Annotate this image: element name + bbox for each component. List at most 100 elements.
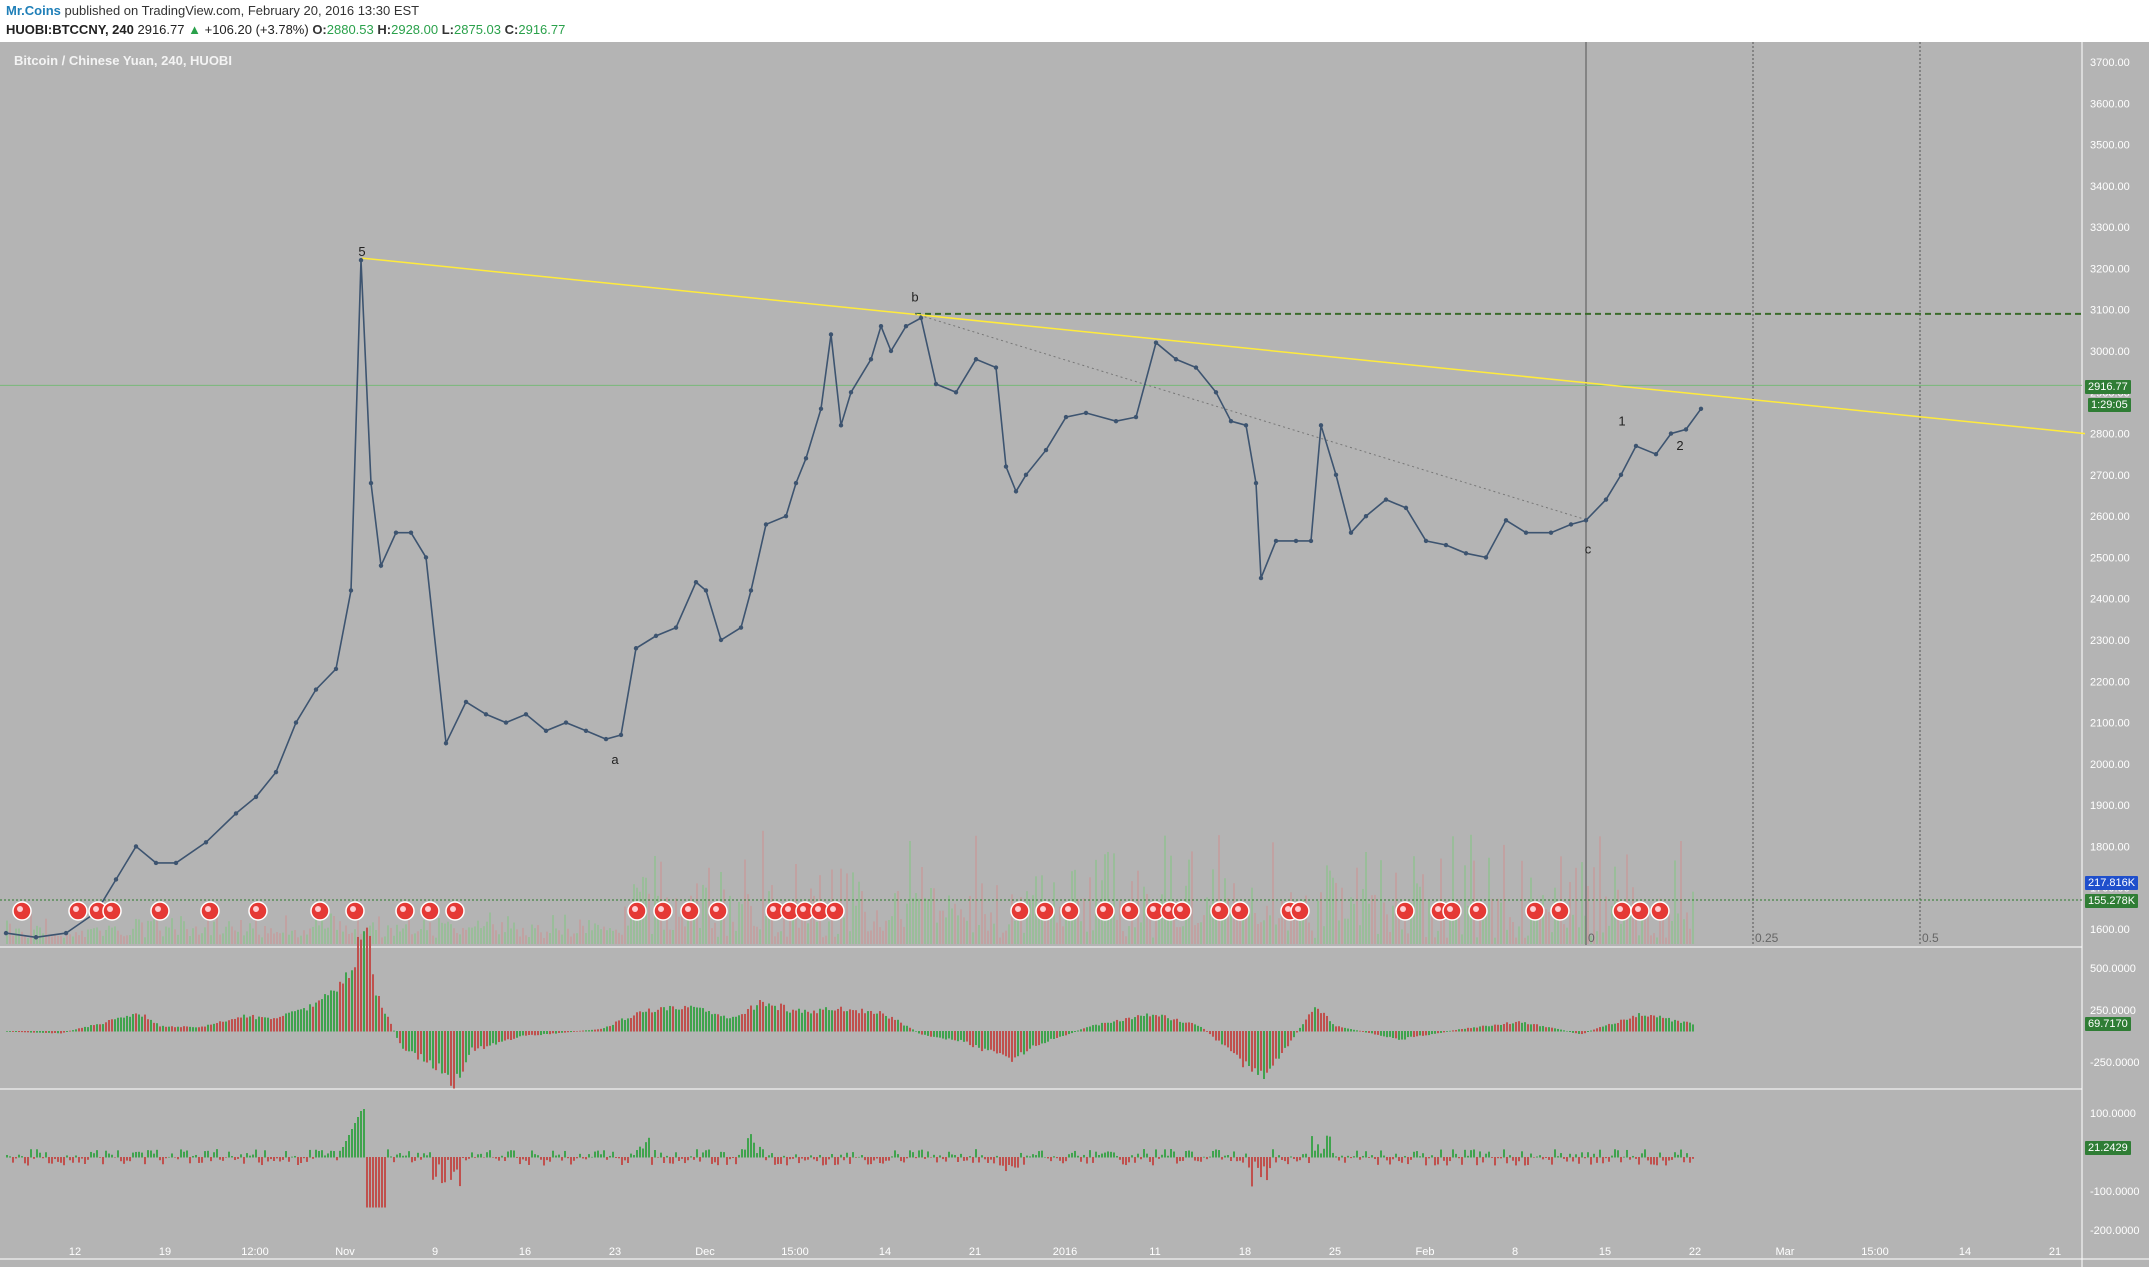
- volume-bar: [1176, 927, 1178, 944]
- indicator-2-bar: [1314, 1150, 1316, 1158]
- indicator-1-bar: [1005, 1031, 1007, 1057]
- volume-bar: [1263, 920, 1265, 944]
- volume-bar: [1620, 923, 1622, 944]
- indicator-2-bar: [513, 1150, 515, 1158]
- volume-bar: [1545, 909, 1547, 944]
- indicator-1-bar: [888, 1018, 890, 1032]
- indicator-2-bar: [345, 1141, 347, 1158]
- volume-bar: [927, 899, 929, 944]
- indicator-2-bar: [1482, 1157, 1484, 1163]
- volume-bar: [390, 927, 392, 944]
- indicator-2-bar: [1050, 1157, 1052, 1162]
- indicator-1-bar: [120, 1017, 122, 1032]
- volume-bar: [1677, 913, 1679, 944]
- event-marker-highlight: [1215, 906, 1221, 912]
- volume-bar: [192, 928, 194, 944]
- indicator-1-bar: [1374, 1031, 1376, 1035]
- volume-bar: [111, 927, 113, 944]
- indicator-2-bar: [762, 1149, 764, 1158]
- indicator-1-bar: [312, 1006, 314, 1032]
- indicator-1-bar: [669, 1005, 671, 1032]
- x-tick-label: 15:00: [1861, 1246, 1889, 1258]
- indicator-2-bar: [480, 1153, 482, 1158]
- volume-bar: [1437, 930, 1439, 944]
- y-tick-label: 2000.00: [2090, 759, 2130, 771]
- indicator-1-bar: [135, 1013, 137, 1032]
- volume-bar: [1254, 913, 1256, 944]
- volume-bar: [27, 937, 29, 944]
- indicator-1-bar: [987, 1031, 989, 1051]
- indicator-2-bar: [309, 1149, 311, 1158]
- volume-bar: [1032, 895, 1034, 944]
- indicator-1-bar: [1179, 1021, 1181, 1032]
- price-point: [423, 555, 429, 560]
- indicator-1-bar: [1293, 1031, 1295, 1038]
- indicator-1-bar: [927, 1031, 929, 1036]
- price-point: [63, 930, 69, 936]
- x-tick-label: 12: [69, 1246, 81, 1258]
- indicator-1-bar: [1218, 1031, 1220, 1041]
- indicator-2-bar: [1242, 1157, 1244, 1163]
- volume-bar: [891, 916, 893, 944]
- indicator-1-bar: [882, 1013, 884, 1032]
- indicator-1-bar: [1473, 1027, 1475, 1032]
- price-point: [993, 365, 999, 370]
- indicator-1-bar: [723, 1015, 725, 1032]
- volume-bar: [843, 917, 845, 944]
- indicator-1-bar: [90, 1025, 92, 1032]
- volume-bar: [579, 919, 581, 944]
- volume-bar: [1335, 882, 1337, 944]
- indicator-1-bar: [63, 1031, 65, 1033]
- indicator-2-bar: [1014, 1157, 1016, 1168]
- volume-bar: [1086, 931, 1088, 944]
- volume-bar: [375, 929, 377, 944]
- price-point: [1063, 414, 1069, 420]
- indicator-1-bar: [639, 1011, 641, 1032]
- indicator-1-bar: [897, 1019, 899, 1032]
- indicator-2-bar: [321, 1150, 323, 1158]
- price-point: [1083, 410, 1089, 416]
- indicator-2-bar: [936, 1157, 938, 1163]
- indicator-2-bar: [228, 1151, 230, 1158]
- indicator-2-bar: [1545, 1157, 1547, 1158]
- indicator-1-bar: [1077, 1030, 1079, 1032]
- indicator-2-bar: [642, 1148, 644, 1158]
- indicator-1-bar: [837, 1008, 839, 1032]
- author-link[interactable]: Mr.Coins: [6, 3, 61, 18]
- indicator-1-bar: [192, 1027, 194, 1032]
- indicator-1-bar: [1230, 1031, 1232, 1052]
- price-point: [463, 699, 469, 705]
- indicator-1-bar: [576, 1031, 578, 1032]
- price-point: [633, 646, 639, 651]
- indicator-1-bar: [249, 1016, 251, 1032]
- volume-bar: [867, 931, 869, 944]
- indicator-1-bar: [867, 1011, 869, 1032]
- indicator-2-bar: [1581, 1152, 1583, 1158]
- indicator-1-bar: [420, 1031, 422, 1055]
- indicator-2-bar: [60, 1157, 62, 1163]
- y-tick-label: 2700.00: [2090, 470, 2130, 482]
- volume-bar: [837, 933, 839, 944]
- price-point: [233, 811, 239, 816]
- indicator-1-bar: [1488, 1026, 1490, 1032]
- indicator-2-bar: [1044, 1156, 1046, 1158]
- volume-bar: [909, 841, 911, 944]
- volume-bar: [606, 930, 608, 944]
- indicator-2-bar: [723, 1152, 725, 1158]
- indicator-1-bar: [1128, 1017, 1130, 1032]
- price-point: [1583, 518, 1589, 523]
- indicator-2-bar: [735, 1157, 737, 1165]
- volume-bar: [36, 925, 38, 944]
- indicator-1-bar: [111, 1019, 113, 1032]
- volume-bar: [156, 920, 158, 944]
- indicator-1-bar: [417, 1031, 419, 1060]
- indicator-1-bar: [1239, 1031, 1241, 1059]
- indicator-1-bar: [1062, 1031, 1064, 1036]
- indicator-1-bar: [606, 1026, 608, 1032]
- indicator-1-bar: [1242, 1031, 1244, 1068]
- indicator-2-bar: [1263, 1157, 1265, 1167]
- volume-bar: [582, 925, 584, 944]
- indicator-1-bar: [270, 1019, 272, 1032]
- chart-canvas[interactable]: 5abc12 3700.003600.003500.003400.003300.…: [0, 42, 2149, 1267]
- volume-bar: [42, 933, 44, 944]
